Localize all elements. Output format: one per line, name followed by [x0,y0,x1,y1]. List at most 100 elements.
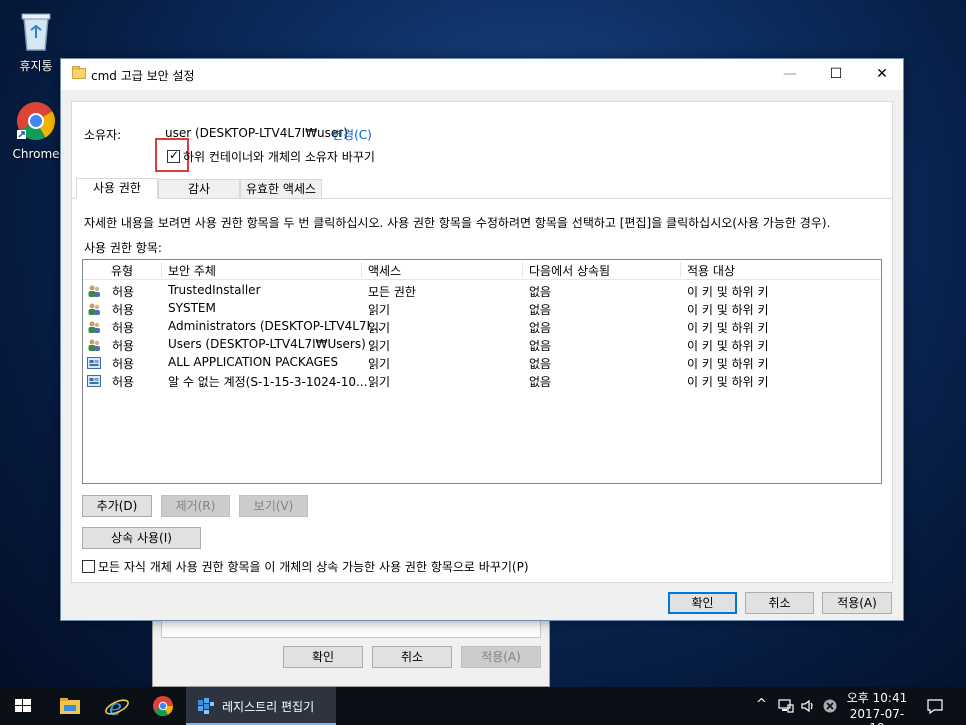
chrome-icon [153,696,174,717]
row-inherited: 없음 [529,321,552,335]
row-applies: 이 키 및 하위 키 [687,339,769,353]
taskbar-app-label: 레지스트리 편집기 [222,700,315,714]
row-access: 읽기 [368,375,391,389]
tab-permissions[interactable]: 사용 권한 [76,178,158,199]
start-button[interactable] [0,687,46,725]
taskbar-edge[interactable]: e [94,687,140,725]
users-icon [88,285,100,297]
column-principal[interactable]: 보안 주체 [162,262,362,278]
registry-editor-icon [198,698,214,714]
row-access: 읽기 [368,357,391,371]
row-inherited: 없음 [529,339,552,353]
table-row[interactable]: 허용 Users (DESKTOP-LTV4L7I₩Users) 읽기 없음 이… [83,336,881,354]
desktop-icon-label: Chrome [12,147,60,161]
row-applies: 이 키 및 하위 키 [687,285,769,299]
replace-child-permissions-checkbox[interactable] [82,560,95,573]
row-access: 읽기 [368,303,391,317]
row-access: 읽기 [368,321,391,335]
tab-effective-access[interactable]: 유효한 액세스 [240,179,322,199]
table-row[interactable]: 허용 ALL APPLICATION PACKAGES 읽기 없음 이 키 및 … [83,354,881,372]
row-applies: 이 키 및 하위 키 [687,357,769,371]
table-row[interactable]: 허용 Administrators (DESKTOP-LTV4L7I... 읽기… [83,318,881,336]
row-access: 읽기 [368,339,391,353]
instruction-text: 자세한 내용을 보려면 사용 권한 항목을 두 번 클릭하십시오. 사용 권한 … [84,216,831,230]
row-principal: 알 수 없는 계정(S-1-15-3-1024-10... [168,375,368,389]
maximize-button[interactable]: ☐ [813,59,859,90]
column-access[interactable]: 액세스 [362,262,523,278]
taskbar-chrome[interactable] [140,687,186,725]
back-cancel-button[interactable]: 취소 [372,646,452,668]
notification-blocked-icon[interactable] [822,698,838,714]
view-button[interactable]: 보기(V) [239,495,308,517]
taskbar-file-explorer[interactable] [47,687,93,725]
advanced-security-window: cmd 고급 보안 설정 — ☐ ✕ 소유자: user (DESKTOP-LT… [60,58,904,621]
clock-time[interactable]: 오후 10:41 [846,689,908,706]
network-icon[interactable] [778,699,794,713]
row-applies: 이 키 및 하위 키 [687,321,769,335]
tray-expand-icon[interactable]: ^ [756,697,767,712]
table-row[interactable]: 허용 SYSTEM 읽기 없음 이 키 및 하위 키 [83,300,881,318]
table-row[interactable]: 허용 알 수 없는 계정(S-1-15-3-1024-10... 읽기 없음 이… [83,372,881,390]
change-owner-link[interactable]: 변경(C) [332,126,372,143]
recycle-bin-icon [5,8,67,55]
row-type: 허용 [112,303,135,317]
row-type: 허용 [112,357,135,371]
minimize-button[interactable]: — [767,59,813,90]
users-icon [88,303,100,315]
column-inherited-from[interactable]: 다음에서 상속됨 [523,262,681,278]
row-access: 모든 권한 [368,285,416,299]
row-applies: 이 키 및 하위 키 [687,303,769,317]
row-principal: SYSTEM [168,301,216,315]
taskbar: e 레지스트리 편집기 ^ 오후 10:41 2017-07-19 [0,687,966,725]
back-apply-button[interactable]: 적용(A) [461,646,541,668]
permission-entries-list[interactable]: 유형 보안 주체 액세스 다음에서 상속됨 적용 대상 허용 TrustedIn… [82,259,882,484]
users-icon [88,321,100,333]
volume-icon[interactable] [800,698,816,714]
row-inherited: 없음 [529,285,552,299]
row-type: 허용 [112,375,135,389]
enable-inheritance-button[interactable]: 상속 사용(I) [82,527,201,549]
replace-owner-checkbox[interactable] [167,148,180,163]
row-principal: Users (DESKTOP-LTV4L7I₩Users) [168,337,366,351]
folder-icon [72,66,86,79]
row-inherited: 없음 [529,303,552,317]
replace-child-permissions-label[interactable]: 모든 자식 개체 사용 권한 항목을 이 개체의 상속 가능한 사용 권한 항목… [98,558,529,575]
action-center-icon[interactable] [926,698,944,714]
apply-button[interactable]: 적용(A) [822,592,892,614]
row-type: 허용 [112,321,135,335]
back-ok-button[interactable]: 확인 [283,646,363,668]
tab-auditing[interactable]: 감사 [158,179,240,199]
replace-owner-label[interactable]: 하위 컨테이너와 개체의 소유자 바꾸기 [183,148,375,165]
column-applies-to[interactable]: 적용 대상 [681,262,881,278]
row-inherited: 없음 [529,357,552,371]
column-type[interactable]: 유형 [105,262,162,278]
app-package-icon [87,375,101,387]
window-title: cmd 고급 보안 설정 [91,69,195,83]
cancel-button[interactable]: 취소 [745,592,814,614]
entries-label: 사용 권한 항목: [84,241,162,255]
ok-button[interactable]: 확인 [668,592,737,614]
chrome-icon [5,100,67,145]
row-applies: 이 키 및 하위 키 [687,375,769,389]
owner-label: 소유자: [84,128,122,142]
desktop-icon-label: 휴지통 [19,59,53,73]
title-bar[interactable]: cmd 고급 보안 설정 — ☐ ✕ [61,59,903,90]
file-explorer-icon [60,698,80,714]
add-button[interactable]: 추가(D) [82,495,152,517]
table-row[interactable]: 허용 TrustedInstaller 모든 권한 없음 이 키 및 하위 키 [83,282,881,300]
users-icon [88,339,100,351]
row-type: 허용 [112,339,135,353]
clock-date[interactable]: 2017-07-19 [846,707,908,725]
row-principal: ALL APPLICATION PACKAGES [168,355,339,369]
desktop-icon-chrome[interactable]: Chrome [5,100,67,161]
row-principal: TrustedInstaller [168,283,261,297]
row-principal: Administrators (DESKTOP-LTV4L7I... [168,319,382,333]
row-inherited: 없음 [529,375,552,389]
row-type: 허용 [112,285,135,299]
desktop-icon-recycle-bin[interactable]: 휴지통 [5,8,67,74]
taskbar-registry-editor[interactable]: 레지스트리 편집기 [186,687,336,725]
owner-value: user (DESKTOP-LTV4L7I₩user) [165,126,348,140]
close-button[interactable]: ✕ [859,59,905,90]
internet-explorer-icon: e [105,696,129,721]
remove-button[interactable]: 제거(R) [161,495,230,517]
